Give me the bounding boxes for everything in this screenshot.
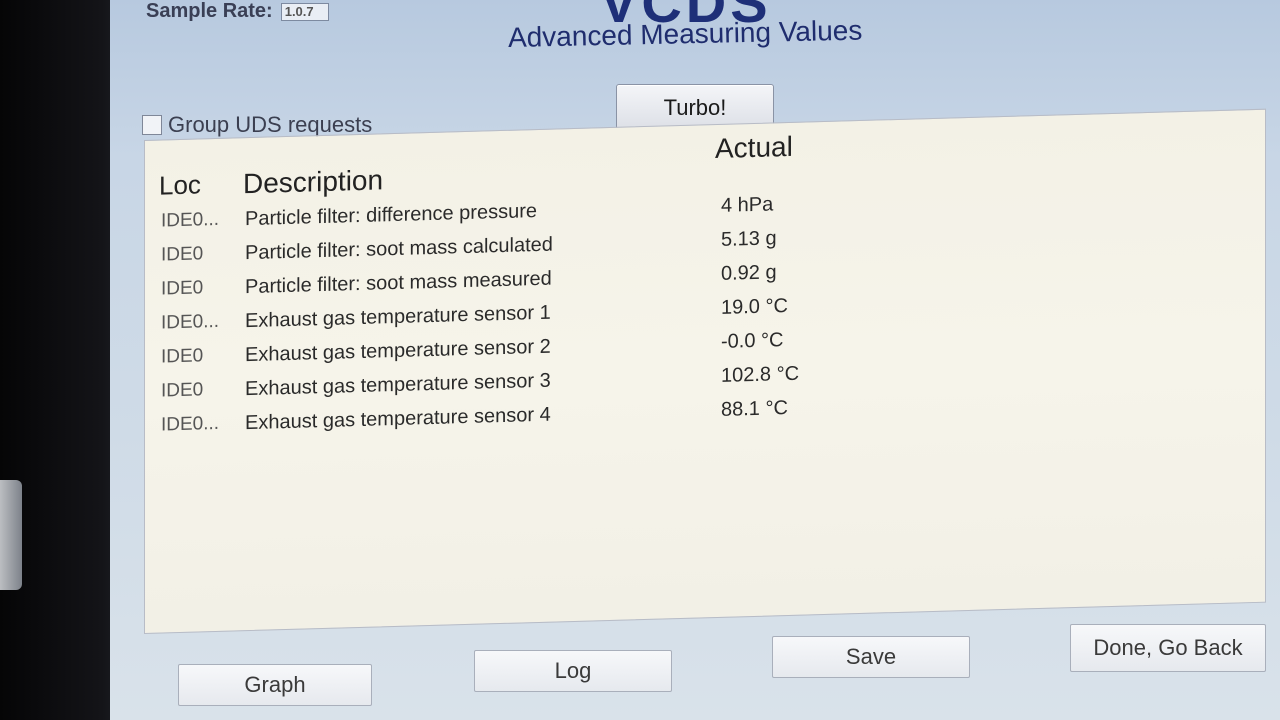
log-button[interactable]: Log xyxy=(474,650,672,692)
cell-actual: 0.92 g xyxy=(721,261,777,285)
sample-rate-label: Sample Rate: xyxy=(146,0,273,22)
column-header-loc[interactable]: Loc xyxy=(159,169,201,201)
screen: Sample Rate: 1.0.7 VCDS Advanced Measuri… xyxy=(110,0,1280,720)
group-uds-checkbox[interactable] xyxy=(142,115,162,135)
sample-rate: Sample Rate: 1.0.7 xyxy=(146,0,329,23)
done-go-back-button[interactable]: Done, Go Back xyxy=(1070,624,1266,672)
cell-actual: 19.0 °C xyxy=(721,295,788,319)
cell-description: Particle filter: difference pressure xyxy=(245,200,537,231)
graph-button[interactable]: Graph xyxy=(178,664,372,706)
save-button[interactable]: Save xyxy=(772,636,970,678)
cell-loc: IDE0 xyxy=(161,379,204,402)
sample-rate-field[interactable]: 1.0.7 xyxy=(280,2,329,21)
cell-loc: IDE0 xyxy=(161,243,204,266)
column-header-description[interactable]: Description xyxy=(243,164,383,200)
screen-glare xyxy=(0,480,22,590)
cell-loc: IDE0 xyxy=(161,345,204,368)
cell-loc: IDE0... xyxy=(161,412,220,436)
vcds-window: Sample Rate: 1.0.7 VCDS Advanced Measuri… xyxy=(110,0,1280,720)
cell-actual: 102.8 °C xyxy=(721,362,800,387)
measuring-values-table: Loc Description Actual IDE0... Particle … xyxy=(144,108,1266,635)
cell-actual: 88.1 °C xyxy=(721,397,788,421)
cell-actual: -0.0 °C xyxy=(721,329,784,353)
cell-loc: IDE0... xyxy=(161,208,220,232)
column-header-actual[interactable]: Actual xyxy=(715,131,793,165)
table-body: IDE0... Particle filter: difference pres… xyxy=(145,180,1265,449)
cell-loc: IDE0 xyxy=(161,277,204,300)
cell-actual: 5.13 g xyxy=(721,227,777,251)
cell-actual: 4 hPa xyxy=(721,193,774,217)
cell-loc: IDE0... xyxy=(161,310,220,334)
page-title: Advanced Measuring Values xyxy=(507,14,863,53)
